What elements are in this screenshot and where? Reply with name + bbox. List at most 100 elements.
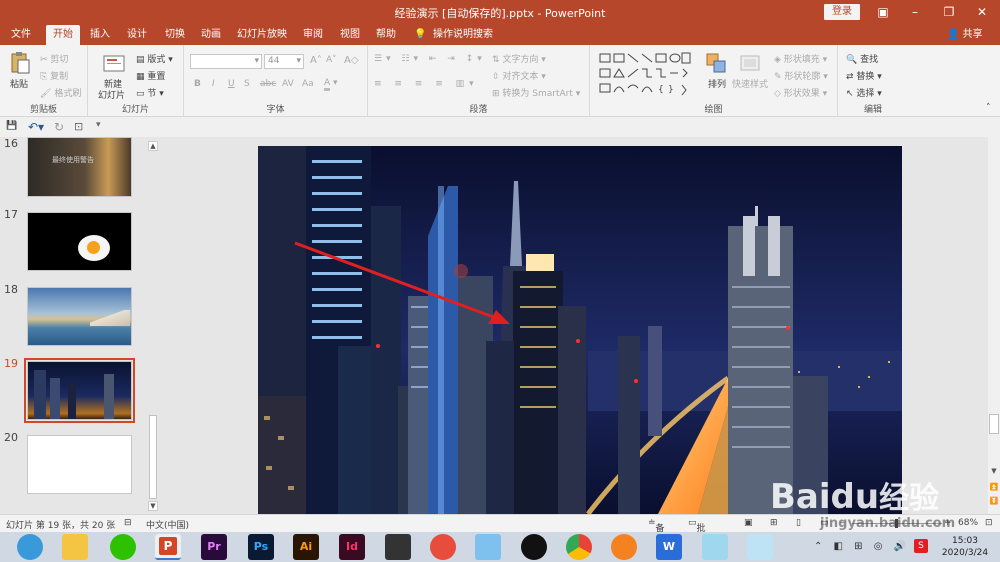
slide-thumbnail-18[interactable]	[27, 287, 132, 346]
new-slide-label-2[interactable]: 幻灯片	[98, 88, 125, 101]
paste-button[interactable]: 粘贴	[10, 77, 28, 90]
align-buttons[interactable]: ≡ ≡ ≡ ≡ ▥▾	[374, 79, 479, 89]
ribbon-display-icon[interactable]: ▣	[874, 3, 892, 21]
find-button[interactable]: 🔍 查找	[846, 52, 878, 65]
section-button[interactable]: ▭ 节 ▾	[136, 86, 164, 99]
format-painter-button[interactable]: 🖌 格式刷	[40, 86, 81, 99]
slide-thumbnail-19[interactable]	[24, 358, 135, 423]
shape-outline-button[interactable]: ✎ 形状轮廓 ▾	[774, 69, 828, 82]
normal-view-icon[interactable]: ▣	[744, 518, 753, 528]
replace-button[interactable]: ⇄ 替换 ▾	[846, 69, 882, 82]
login-button[interactable]: 登录	[824, 4, 860, 20]
align-text-button[interactable]: ⇳ 对齐文本 ▾	[492, 69, 546, 82]
tab-home[interactable]: 开始	[46, 25, 80, 45]
tab-design[interactable]: 设计	[122, 25, 152, 45]
spellcheck-icon[interactable]: ⊟	[124, 518, 132, 528]
app-bird-icon[interactable]	[475, 534, 501, 560]
tab-review[interactable]: 审阅	[299, 25, 327, 45]
notes-button[interactable]: ≐ 备注	[648, 518, 665, 547]
arrange-icon[interactable]	[704, 51, 728, 75]
next-slide-icon[interactable]: ⏬	[989, 497, 999, 507]
slide-sorter-icon[interactable]: ⊞	[770, 518, 778, 528]
tell-me-search[interactable]: 操作说明搜索	[432, 25, 494, 45]
illustrator-icon[interactable]: Ai	[293, 534, 319, 560]
wps-icon[interactable]: W	[656, 534, 682, 560]
current-slide[interactable]	[258, 146, 902, 514]
quick-styles-icon[interactable]	[738, 51, 762, 75]
select-button[interactable]: ↖ 选择 ▾	[846, 86, 882, 99]
previous-slide-icon[interactable]: ⏫	[989, 483, 999, 493]
browser-icon[interactable]	[17, 534, 43, 560]
comments-button[interactable]: ▭ 批注	[688, 518, 706, 547]
paste-icon[interactable]	[8, 51, 32, 75]
scroll-down-icon[interactable]: ▼	[148, 501, 158, 511]
premiere-icon[interactable]: Pr	[201, 534, 227, 560]
font-size-combo[interactable]: 44 ▾	[264, 54, 304, 69]
tab-insert[interactable]: 插入	[86, 25, 114, 45]
arrange-button[interactable]: 排列	[708, 77, 726, 90]
slide-thumbnail-17[interactable]	[27, 212, 132, 271]
underline-button[interactable]: U	[228, 79, 235, 89]
reset-button[interactable]: ▦ 重置	[136, 69, 165, 82]
scroll-down-icon[interactable]: ▼	[989, 467, 999, 477]
shrink-font-button[interactable]: A˅	[326, 55, 337, 65]
font-color-button[interactable]: A ▾	[324, 78, 338, 91]
fit-slide-icon[interactable]: ⊡	[985, 518, 993, 528]
italic-button[interactable]: I	[212, 79, 215, 89]
quick-styles-button[interactable]: 快速样式	[732, 77, 768, 90]
app-orange-icon[interactable]	[611, 534, 637, 560]
new-slide-icon[interactable]	[102, 51, 126, 75]
tab-transitions[interactable]: 切换	[160, 25, 190, 45]
bold-button[interactable]: B	[194, 79, 201, 89]
strikethrough-button[interactable]: abc	[260, 79, 276, 89]
wechat-icon[interactable]	[110, 534, 136, 560]
share-button[interactable]: 👤 共享	[947, 25, 983, 45]
collapse-ribbon-icon[interactable]: ˄	[986, 103, 991, 113]
font-name-combo[interactable]: ▾	[190, 54, 262, 69]
app-red-icon[interactable]	[430, 534, 456, 560]
shape-effects-button[interactable]: ◇ 形状效果 ▾	[774, 86, 827, 99]
tab-view[interactable]: 视图	[336, 25, 364, 45]
file-explorer-icon[interactable]	[62, 534, 88, 560]
tab-help[interactable]: 帮助	[372, 25, 400, 45]
input-method-icon[interactable]: S	[914, 539, 928, 553]
tab-slideshow[interactable]: 幻灯片放映	[236, 25, 288, 45]
smartart-button[interactable]: ⊞ 转换为 SmartArt ▾	[492, 86, 580, 99]
char-spacing-button[interactable]: AV	[282, 79, 294, 89]
copy-button[interactable]: ⎘ 复制	[40, 69, 68, 82]
chrome-icon[interactable]	[566, 534, 592, 560]
change-case-button[interactable]: Aa	[302, 79, 314, 89]
clear-format-button[interactable]: A◇	[344, 55, 359, 66]
reading-view-icon[interactable]: ▯	[796, 518, 801, 528]
taskbar-clock[interactable]: 15:03 2020/3/24	[935, 535, 995, 559]
scrollbar-thumb[interactable]	[989, 414, 999, 434]
cut-button[interactable]: ✂ 剪切	[40, 52, 68, 65]
save-icon[interactable]: 💾	[6, 121, 17, 131]
tab-animations[interactable]: 动画	[196, 25, 226, 45]
tablet-app-2-icon[interactable]	[747, 534, 773, 560]
restore-icon[interactable]: ❐	[940, 3, 958, 21]
powerpoint-icon[interactable]: P	[155, 534, 181, 560]
presentation-start-icon[interactable]: ⊡	[74, 120, 83, 133]
redo-icon[interactable]: ↻	[54, 120, 64, 134]
text-direction-button[interactable]: ⇅ 文字方向 ▾	[492, 52, 546, 65]
minimize-icon[interactable]: –	[906, 3, 924, 21]
language-status[interactable]: 中文(中国)	[146, 518, 189, 531]
slide-thumbnail-16[interactable]: 最终使用警告	[27, 137, 132, 197]
tab-file[interactable]: 文件	[6, 25, 36, 45]
scrollbar-thumb[interactable]	[149, 415, 157, 499]
shapes-gallery[interactable]: {}	[598, 52, 692, 98]
photoshop-icon[interactable]: Ps	[248, 534, 274, 560]
video-app-icon[interactable]	[385, 534, 411, 560]
system-tray-icons[interactable]: ⌃ ◧ ⊞ ◎ 🔊 ⊡	[814, 541, 930, 552]
shape-fill-button[interactable]: ◈ 形状填充 ▾	[774, 52, 827, 65]
layout-button[interactable]: ▤ 版式 ▾	[136, 52, 173, 65]
close-icon[interactable]: ✕	[973, 3, 991, 21]
indesign-icon[interactable]: Id	[339, 534, 365, 560]
qq-icon[interactable]	[521, 534, 547, 560]
zoom-level[interactable]: 68%	[958, 518, 978, 528]
scroll-up-icon[interactable]: ▲	[148, 141, 158, 151]
customize-qat-icon[interactable]: ▾	[96, 120, 101, 130]
undo-icon[interactable]: ↶▾	[28, 120, 44, 134]
slide-thumbnail-20[interactable]	[27, 435, 132, 494]
